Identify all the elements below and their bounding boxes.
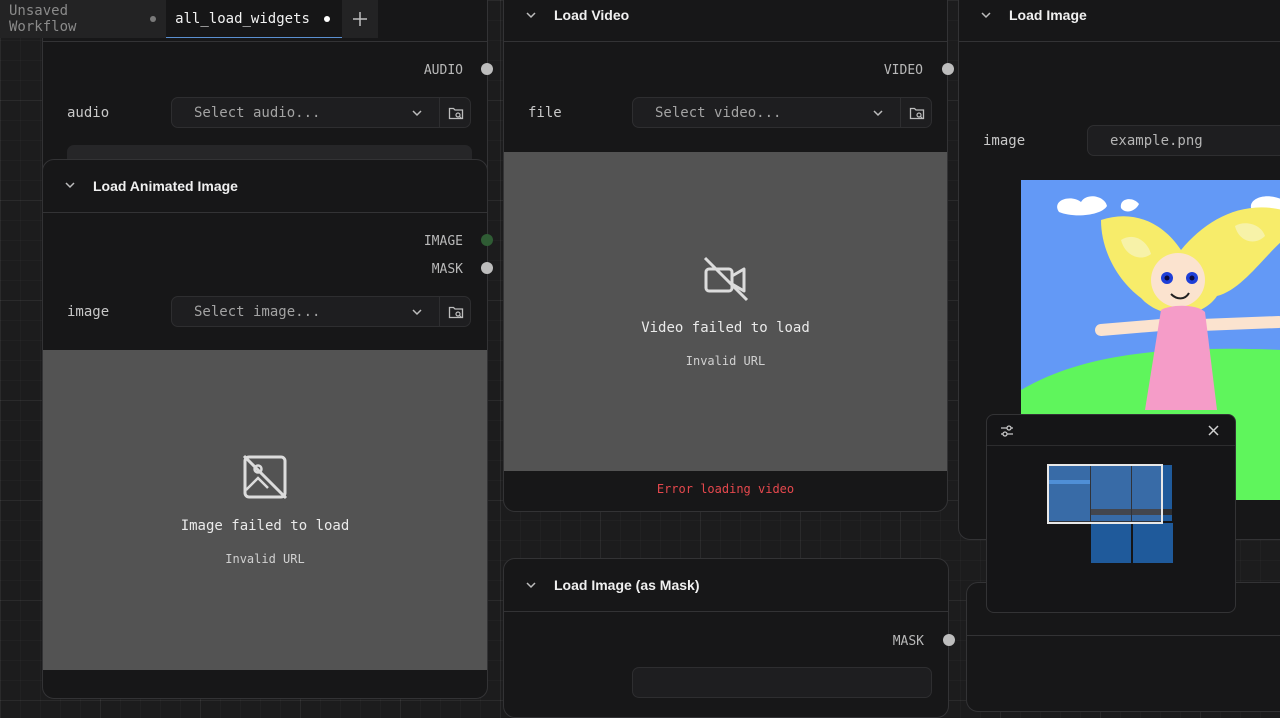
- image-off-icon: [242, 454, 288, 500]
- field-label-image: image: [983, 133, 1026, 149]
- add-tab-button[interactable]: [342, 0, 378, 38]
- image-preview: Image failed to load Invalid URL: [43, 350, 487, 670]
- audio-select-placeholder: Select audio...: [194, 104, 321, 121]
- folder-search-icon[interactable]: [909, 105, 925, 121]
- minimap-canvas[interactable]: [987, 445, 1235, 612]
- node-title: Load Animated Image: [93, 178, 238, 194]
- chevron-down-icon: [412, 309, 422, 316]
- field-label-image: image: [67, 304, 110, 320]
- mask-image-select[interactable]: [632, 667, 932, 698]
- tab-all-load-widgets[interactable]: all_load_widgets: [166, 0, 342, 38]
- output-label-image: IMAGE: [423, 234, 463, 249]
- preview-error-title: Video failed to load: [641, 319, 810, 336]
- folder-search-icon[interactable]: [448, 304, 464, 320]
- video-off-icon: [703, 256, 748, 301]
- image-select[interactable]: example.png: [1087, 125, 1280, 156]
- image-select[interactable]: Select image...: [171, 296, 471, 327]
- chevron-down-icon[interactable]: [979, 8, 993, 22]
- unsaved-dot-icon: [150, 16, 157, 22]
- field-label-audio: audio: [67, 105, 110, 121]
- chevron-down-icon[interactable]: [524, 578, 538, 592]
- node-title: Load Video: [554, 7, 630, 23]
- node-header-divider: [43, 41, 487, 42]
- output-socket-mask[interactable]: [481, 262, 493, 274]
- output-label-mask: MASK: [431, 262, 463, 277]
- minimap-header: [987, 415, 1235, 446]
- preview-error-title: Image failed to load: [180, 518, 350, 534]
- node-title: Load Image: [1009, 7, 1087, 23]
- output-socket-video[interactable]: [942, 63, 954, 75]
- workflow-tab-bar: Unsaved Workflow all_load_widgets: [0, 0, 378, 38]
- chevron-down-icon: [873, 110, 883, 117]
- unsaved-dot-icon: [323, 15, 330, 22]
- close-icon[interactable]: [1207, 424, 1220, 437]
- select-divider: [439, 98, 440, 127]
- video-select-placeholder: Select video...: [655, 104, 782, 121]
- node-header[interactable]: Load Image (as Mask): [504, 559, 948, 612]
- image-select-value: example.png: [1110, 132, 1203, 149]
- node-header[interactable]: Load Video: [504, 0, 947, 42]
- minimap-panel[interactable]: [986, 414, 1236, 613]
- output-socket-image[interactable]: [481, 234, 493, 246]
- select-divider: [439, 297, 440, 326]
- sliders-icon[interactable]: [1000, 424, 1014, 438]
- node-header[interactable]: Load Animated Image: [43, 160, 487, 213]
- preview-error-subtitle: Invalid URL: [685, 353, 766, 368]
- tab-label: all_load_widgets: [175, 10, 310, 27]
- output-label-audio: AUDIO: [423, 63, 463, 78]
- node-title: Load Image (as Mask): [554, 577, 700, 593]
- audio-select[interactable]: Select audio...: [171, 97, 471, 128]
- output-socket-mask[interactable]: [943, 634, 955, 646]
- node-header[interactable]: Load Image: [959, 0, 1280, 42]
- chevron-down-icon: [412, 110, 422, 117]
- node-load-animated-image[interactable]: Load Animated Image IMAGE MASK image Sel…: [42, 159, 488, 699]
- output-socket-audio[interactable]: [481, 63, 493, 75]
- node-load-image-mask[interactable]: Load Image (as Mask) MASK: [503, 558, 949, 718]
- video-preview: Video failed to load Invalid URL: [504, 152, 947, 471]
- output-label-mask: MASK: [892, 634, 924, 649]
- preview-error-subtitle: Invalid URL: [225, 552, 305, 566]
- output-label-video: VIDEO: [883, 63, 923, 78]
- chevron-down-icon[interactable]: [63, 178, 77, 192]
- video-error-message: Error loading video: [656, 482, 795, 496]
- image-select-placeholder: Select image...: [194, 303, 321, 320]
- plus-icon: [352, 12, 367, 26]
- tab-unsaved-workflow[interactable]: Unsaved Workflow: [0, 0, 166, 38]
- tab-label: Unsaved Workflow: [9, 3, 77, 35]
- node-load-video[interactable]: Load Video VIDEO file Select video... Vi…: [503, 0, 948, 512]
- select-divider: [900, 98, 901, 127]
- folder-search-icon[interactable]: [448, 105, 464, 121]
- chevron-down-icon[interactable]: [524, 8, 538, 22]
- field-label-file: file: [528, 105, 562, 121]
- video-select[interactable]: Select video...: [632, 97, 932, 128]
